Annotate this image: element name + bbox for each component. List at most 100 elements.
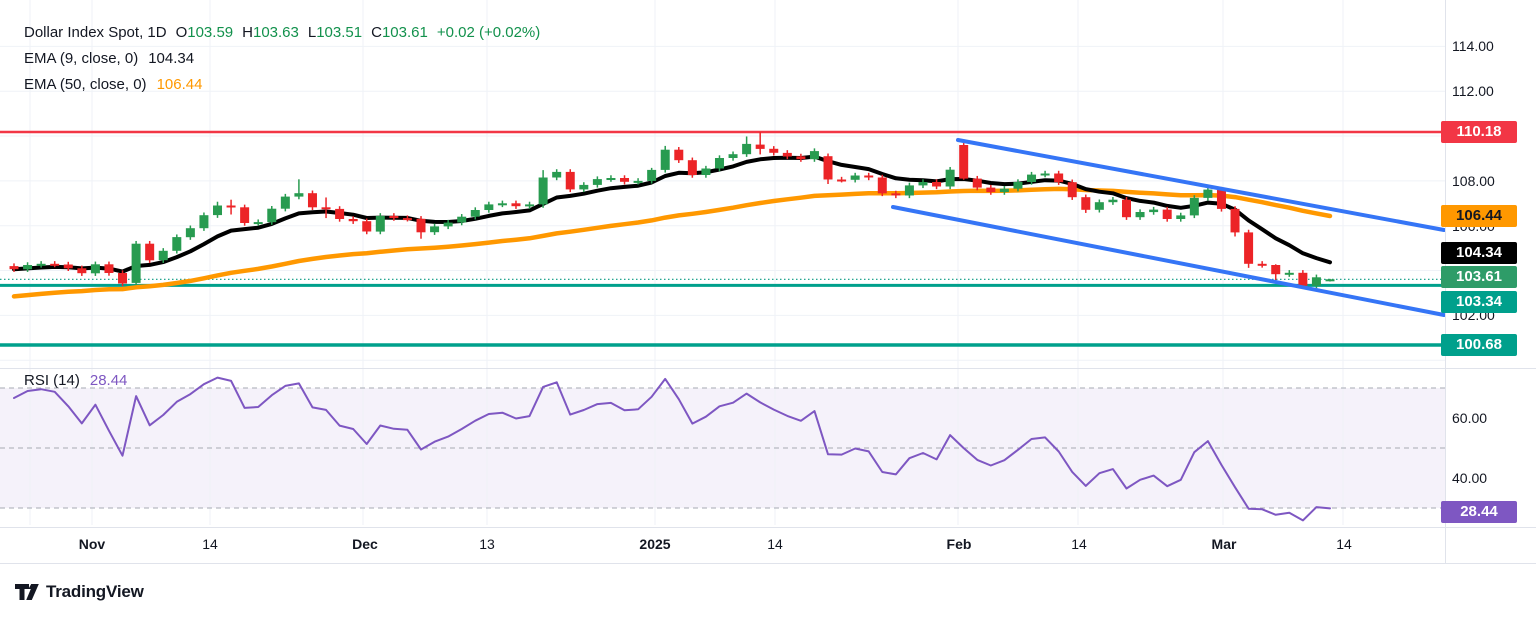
- candlestick-series: [10, 132, 1335, 288]
- time-axis-top-border: [0, 527, 1536, 528]
- symbol-row[interactable]: Dollar Index Spot, 1DO103.59H103.63L103.…: [24, 20, 540, 46]
- ohlc-value-O: 103.59: [187, 24, 233, 41]
- candle-body: [267, 209, 276, 223]
- candle-body: [376, 216, 385, 232]
- candle-body: [1136, 212, 1145, 217]
- price-badge: 100.68: [1441, 334, 1517, 356]
- candle-body: [50, 264, 59, 266]
- candle-body: [973, 179, 982, 188]
- candle-body: [946, 170, 955, 187]
- candle-body: [1068, 182, 1077, 197]
- candle-body: [796, 156, 805, 159]
- time-axis-label: 14: [767, 536, 783, 552]
- candle-body: [1013, 182, 1022, 189]
- candle-body: [891, 193, 900, 195]
- tradingview-logo[interactable]: TradingView: [14, 582, 144, 602]
- candle-body: [199, 215, 208, 228]
- candle-body: [1312, 277, 1321, 286]
- candle-body: [417, 219, 426, 233]
- pane-divider[interactable]: [0, 368, 1536, 369]
- candle-body: [118, 273, 127, 284]
- time-axis-label: Mar: [1212, 536, 1237, 552]
- rsi-value: 28.44: [90, 372, 128, 389]
- candle-body: [715, 158, 724, 169]
- candle-body: [769, 149, 778, 153]
- candle-body: [145, 244, 154, 261]
- symbol-title[interactable]: Dollar Index Spot, 1D: [24, 24, 167, 41]
- candle-body: [579, 185, 588, 190]
- candle-body: [1190, 198, 1199, 216]
- price-axis-label: 114.00: [1452, 38, 1528, 54]
- ohlc-key-H: H: [242, 24, 253, 41]
- candle-body: [1122, 200, 1131, 218]
- candle-body: [1285, 273, 1294, 275]
- candle-body: [1163, 210, 1172, 219]
- candle-body: [159, 251, 168, 260]
- time-axis-label: Nov: [79, 536, 105, 552]
- candle-body: [1108, 200, 1117, 203]
- candle-body: [1217, 190, 1226, 209]
- tradingview-logo-icon: [14, 582, 40, 602]
- trendline: [958, 140, 1444, 230]
- candle-body: [349, 219, 358, 221]
- candle-body: [1027, 175, 1036, 182]
- ema9-label[interactable]: EMA (9, close, 0): [24, 50, 138, 67]
- rsi-label[interactable]: RSI (14): [24, 372, 80, 389]
- candle-body: [37, 264, 46, 266]
- candle-body: [471, 210, 480, 217]
- candle-body: [1041, 174, 1050, 176]
- price-badge: 103.34: [1441, 291, 1517, 313]
- candle-body: [864, 176, 873, 178]
- ema9-row[interactable]: EMA (9, close, 0) 104.34: [24, 46, 540, 72]
- candle-body: [322, 207, 331, 209]
- candle-body: [10, 266, 19, 269]
- price-badge: 106.44: [1441, 205, 1517, 227]
- candle-body: [1000, 189, 1009, 192]
- ema9-value: 104.34: [148, 50, 194, 67]
- candle-body: [701, 169, 710, 176]
- candle-body: [810, 151, 819, 159]
- candle-body: [905, 185, 914, 195]
- candle-body: [1298, 273, 1307, 286]
- candle-body: [308, 193, 317, 207]
- candle-body: [389, 216, 398, 218]
- candle-body: [878, 178, 887, 194]
- price-badge: 103.61: [1441, 266, 1517, 288]
- candle-body: [661, 150, 670, 170]
- candle-body: [1325, 279, 1334, 281]
- price-badge: 28.44: [1441, 501, 1517, 523]
- time-axis-label: Feb: [947, 536, 972, 552]
- price-axis-label: 112.00: [1452, 83, 1528, 99]
- candle-body: [539, 178, 548, 205]
- ohlc-value-H: 103.63: [253, 24, 299, 41]
- price-axis-label: 60.00: [1452, 410, 1528, 426]
- ema50-label[interactable]: EMA (50, close, 0): [24, 76, 147, 93]
- candle-body: [1176, 215, 1185, 219]
- candle-body: [918, 182, 927, 185]
- candle-body: [104, 264, 113, 273]
- candle-body: [837, 180, 846, 182]
- candle-body: [64, 265, 73, 269]
- candle-body: [606, 178, 615, 180]
- time-axis-label: Dec: [352, 536, 378, 552]
- candle-body: [511, 203, 520, 206]
- candle-body: [444, 223, 453, 227]
- candle-body: [742, 144, 751, 154]
- candle-body: [525, 204, 534, 206]
- candle-body: [851, 176, 860, 180]
- candle-body: [23, 265, 32, 269]
- candle-body: [457, 217, 466, 223]
- candle-body: [634, 181, 643, 183]
- rsi-legend-row[interactable]: RSI (14) 28.44: [24, 372, 127, 389]
- ema50-row[interactable]: EMA (50, close, 0)106.44: [24, 72, 540, 98]
- time-axis-label: 2025: [639, 536, 670, 552]
- candle-body: [932, 182, 941, 187]
- candle-body: [498, 203, 507, 205]
- candle-body: [1244, 232, 1253, 263]
- candle-body: [91, 264, 100, 273]
- ohlc-value-C: 103.61: [382, 24, 428, 41]
- candle-body: [213, 206, 222, 216]
- price-badge: 104.34: [1441, 242, 1517, 264]
- candle-body: [1054, 174, 1063, 183]
- candle-body: [254, 222, 263, 224]
